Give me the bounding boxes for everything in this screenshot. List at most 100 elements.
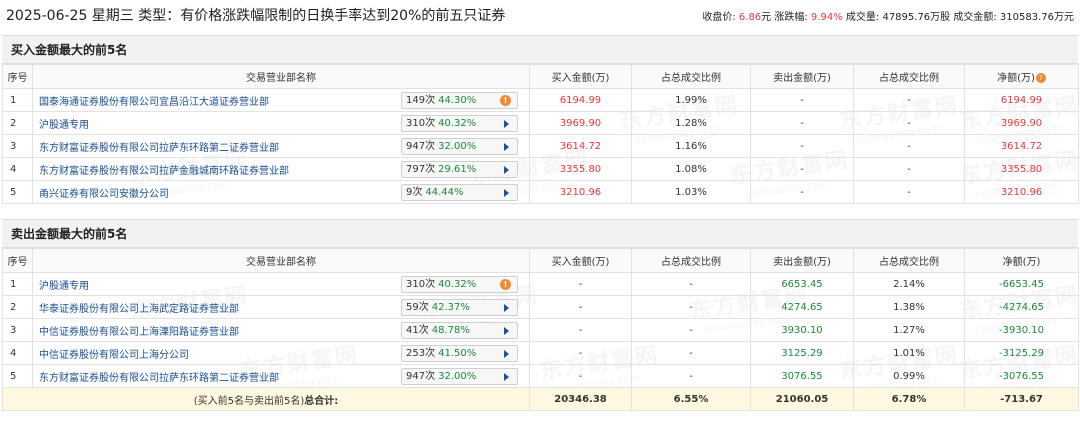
- buy-ratio: -: [631, 318, 751, 342]
- sell-ratio: -: [853, 88, 965, 112]
- buy-amount: -: [529, 341, 632, 365]
- branch-link[interactable]: 东方财富证券股份有限公司拉萨东环路第二证券营业部: [39, 373, 279, 384]
- branch-stats-button[interactable]: 310次 40.32%!: [401, 276, 518, 293]
- buy-amount: 3614.72: [529, 134, 632, 158]
- trade-count: 797次: [406, 164, 436, 175]
- table-row: 4 东方财富证券股份有限公司拉萨金融城南环路证券营业部 797次 29.61% 3355…: [2, 157, 1079, 181]
- branch-cell: 甬兴证券有限公司安徽分公司 9次 44.44%: [32, 180, 530, 204]
- col-sell-ratio: 占总成交比例: [853, 64, 965, 89]
- branch-cell: 中信证券股份有限公司上海溧阳路证券营业部 41次 48.78%: [32, 318, 530, 342]
- branch-link[interactable]: 华泰证券股份有限公司上海武定路证券营业部: [39, 304, 239, 315]
- win-rate: 42.37%: [431, 302, 470, 313]
- trade-count: 310次: [406, 279, 436, 290]
- sell-ratio: -: [853, 157, 965, 181]
- branch-cell: 东方财富证券股份有限公司拉萨东环路第二证券营业部 947次 32.00%: [32, 134, 530, 158]
- buy-amount: -: [529, 295, 632, 319]
- trade-count: 253次: [406, 348, 436, 359]
- row-index: 4: [2, 341, 33, 365]
- sell-amount: -: [750, 157, 854, 181]
- branch-stats-button[interactable]: 9次 44.44%: [401, 184, 518, 201]
- sell-table: 序号 交易营业部名称 买入金额(万) 占总成交比例 卖出金额(万) 占总成交比例…: [2, 248, 1079, 411]
- branch-link[interactable]: 中信证券股份有限公司上海溧阳路证券营业部: [39, 327, 239, 338]
- sell-amount: -: [750, 88, 854, 112]
- col-buy-ratio: 占总成交比例: [631, 64, 751, 89]
- sell-ratio: -: [853, 111, 965, 135]
- buy-ratio: -: [631, 272, 751, 296]
- sell-table-header: 序号 交易营业部名称 买入金额(万) 占总成交比例 卖出金额(万) 占总成交比例…: [2, 248, 1079, 273]
- trade-count: 59次: [406, 302, 429, 313]
- trade-count: 947次: [406, 371, 436, 382]
- summary-row: (买入前5名与卖出前5名)总合计: 20346.38 6.55% 21060.0…: [2, 387, 1079, 411]
- branch-link[interactable]: 沪股通专用: [39, 120, 89, 131]
- sell-section-title: 卖出金额最大的前5名: [2, 219, 1078, 248]
- col-sell-amount: 卖出金额(万): [750, 64, 854, 89]
- buy-ratio: 1.08%: [631, 157, 751, 181]
- net-amount: -3930.10: [964, 318, 1079, 342]
- sell-ratio: 1.01%: [853, 341, 965, 365]
- sell-amount: -: [750, 180, 854, 204]
- help-icon[interactable]: ?: [1035, 73, 1046, 83]
- play-arrow-icon: [504, 189, 509, 197]
- branch-stats-button[interactable]: 149次 44.30%!: [401, 92, 518, 109]
- amount-label: 成交金额:: [953, 12, 1000, 23]
- buy-amount: 3355.80: [529, 157, 632, 181]
- win-rate: 44.44%: [425, 187, 464, 198]
- page-title: 2025-06-25 星期三 类型：有价格涨跌幅限制的日换手率达到20%的前五只…: [6, 8, 506, 24]
- net-amount: 3355.80: [964, 157, 1079, 181]
- col-net-label: 净额(万): [997, 73, 1035, 84]
- branch-link[interactable]: 中信证券股份有限公司上海分公司: [39, 350, 189, 361]
- sell-amount: -: [750, 134, 854, 158]
- buy-ratio: 1.03%: [631, 180, 751, 204]
- branch-stats-button[interactable]: 41次 48.78%: [401, 322, 518, 339]
- buy-ratio: 1.16%: [631, 134, 751, 158]
- branch-cell: 国泰海通证券股份有限公司宜昌沿江大道证券营业部 149次 44.30%!: [32, 88, 530, 112]
- sell-ratio: 2.14%: [853, 272, 965, 296]
- row-index: 2: [2, 111, 33, 135]
- branch-stats-button[interactable]: 947次 32.00%: [401, 368, 518, 385]
- row-index: 3: [2, 318, 33, 342]
- warning-icon: !: [500, 95, 511, 106]
- branch-link[interactable]: 沪股通专用: [39, 281, 89, 292]
- col-index: 序号: [2, 64, 33, 89]
- branch-link[interactable]: 甬兴证券有限公司安徽分公司: [39, 189, 169, 200]
- branch-stats-button[interactable]: 59次 42.37%: [401, 299, 518, 316]
- play-arrow-icon: [504, 327, 509, 335]
- branch-stats-button[interactable]: 797次 29.61%: [401, 161, 518, 178]
- summary-label-prefix: (买入前5名与卖出前5名): [193, 395, 305, 407]
- warning-icon: !: [500, 279, 511, 290]
- sell-ratio: 1.38%: [853, 295, 965, 319]
- table-row: 4 中信证券股份有限公司上海分公司 253次 41.50% - -3125.29 1.01%…: [2, 341, 1079, 365]
- branch-stats-button[interactable]: 947次 32.00%: [401, 138, 518, 155]
- buy-table: 序号 交易营业部名称 买入金额(万) 占总成交比例 卖出金额(万) 占总成交比例…: [2, 64, 1079, 204]
- win-rate: 41.50%: [438, 348, 477, 359]
- sell-amount: 4274.65: [750, 295, 854, 319]
- close-price-unit: 元: [761, 12, 772, 23]
- table-row: 1 沪股通专用 310次 40.32%! - -6653.45 2.14% -6653.45: [2, 272, 1079, 296]
- branch-link[interactable]: 东方财富证券股份有限公司拉萨金融城南环路证券营业部: [39, 166, 289, 177]
- summary-sell-ratio: 6.78%: [853, 387, 965, 411]
- table-row: 3 中信证券股份有限公司上海溧阳路证券营业部 41次 48.78% - -3930.10 1…: [2, 318, 1079, 342]
- branch-link[interactable]: 国泰海通证券股份有限公司宜昌沿江大道证券营业部: [39, 97, 269, 108]
- win-rate: 40.32%: [438, 279, 477, 290]
- net-amount: -3076.55: [964, 364, 1079, 388]
- play-arrow-icon: [504, 120, 509, 128]
- win-rate: 29.61%: [438, 164, 477, 175]
- buy-amount: 3969.90: [529, 111, 632, 135]
- branch-link[interactable]: 东方财富证券股份有限公司拉萨东环路第二证券营业部: [39, 143, 279, 154]
- branch-stats-button[interactable]: 310次 40.32%: [401, 115, 518, 132]
- buy-amount: 3210.96: [529, 180, 632, 204]
- branch-cell: 沪股通专用 310次 40.32%!: [32, 272, 530, 296]
- close-price-label: 收盘价:: [702, 12, 739, 23]
- net-amount: -3125.29: [964, 341, 1079, 365]
- col-index: 序号: [2, 248, 33, 273]
- play-arrow-icon: [504, 166, 509, 174]
- summary-net: -713.67: [964, 387, 1079, 411]
- col-branch-name: 交易营业部名称: [32, 248, 530, 273]
- buy-amount: -: [529, 272, 632, 296]
- win-rate: 32.00%: [438, 141, 477, 152]
- volume-label: 成交量:: [845, 12, 883, 23]
- buy-section-title: 买入金额最大的前5名: [2, 35, 1078, 64]
- col-net-amount: 净额(万): [964, 248, 1079, 273]
- branch-stats-button[interactable]: 253次 41.50%: [401, 345, 518, 362]
- buy-ratio: -: [631, 295, 751, 319]
